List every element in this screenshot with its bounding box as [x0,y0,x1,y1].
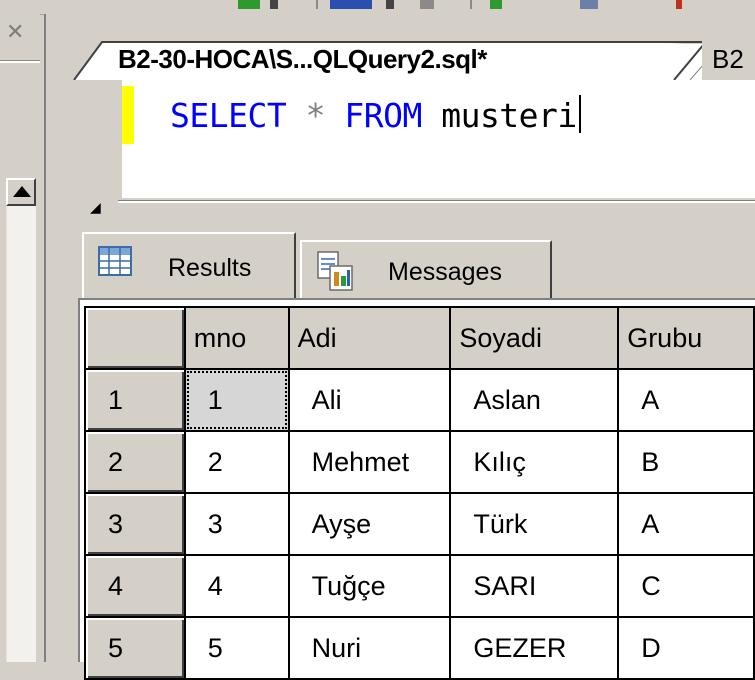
cell-mno[interactable]: 4 [183,554,290,618]
sql-keyword-from: FROM [344,96,422,135]
tab-messages-label: Messages [388,258,502,286]
cell-soyadi[interactable]: Kılıç [449,430,620,494]
tab-query-second-label[interactable]: B2 [712,44,744,75]
sql-table-name: musteri [441,96,577,135]
column-header-adi[interactable]: Adi [287,306,452,370]
sql-query-line[interactable]: SELECT * FROM musteri [170,94,581,138]
header-row: mno Adi Soyadi Grubu [84,306,755,370]
cell-grubu[interactable]: A [617,368,755,432]
splitter-edge [118,200,755,203]
cell-grubu[interactable]: C [617,554,755,618]
cell-soyadi[interactable]: Aslan [449,368,620,432]
table-row: 5 5 Nuri GEZER D [84,616,755,680]
table-row: 2 2 Mehmet Kılıç B [84,430,755,494]
grid-corner-cell[interactable] [84,306,186,370]
toolbar-icon[interactable] [580,0,598,9]
cell-adi[interactable]: Ayşe [287,492,452,556]
scroll-up-button[interactable] [6,178,36,206]
toolbar-icon[interactable] [676,0,682,9]
cell-adi[interactable]: Mehmet [287,430,452,494]
toolbar-icon[interactable] [330,0,372,9]
table-row: 3 3 Ayşe Türk A [84,492,755,556]
cell-mno[interactable]: 1 [183,368,290,432]
text-caret [578,95,581,133]
table-row: 1 1 Ali Aslan A [84,368,755,432]
toolbar-separator [316,0,318,9]
sql-operator-star: * [305,96,326,135]
toolbar-icon[interactable] [386,0,394,9]
cell-grubu[interactable]: B [617,430,755,494]
row-header[interactable]: 4 [84,554,186,618]
cell-grubu[interactable]: D [617,616,755,680]
row-header[interactable]: 2 [84,430,186,494]
sql-keyword-select: SELECT [170,96,287,135]
cell-mno[interactable]: 2 [183,430,290,494]
messages-icon [316,250,356,297]
scrollbar-track[interactable] [6,206,36,662]
toolbar-icon[interactable] [490,0,502,9]
tab-messages[interactable]: Messages [300,240,552,298]
modified-line-marker [122,86,134,144]
results-grid: mno Adi Soyadi Grubu 1 1 Ali Aslan A 2 2… [84,306,755,680]
tab-query-label: B2-30-HOCA\S...QLQuery2.sql* [118,44,487,74]
toolbar-icon[interactable] [270,0,278,9]
toolbar-separator [470,0,472,9]
column-header-mno[interactable]: mno [183,306,290,370]
cell-mno[interactable]: 5 [183,616,290,680]
column-header-grubu[interactable]: Grubu [617,306,755,370]
row-header[interactable]: 5 [84,616,186,680]
cell-adi[interactable]: Ali [287,368,452,432]
cell-soyadi[interactable]: Türk [449,492,620,556]
cell-soyadi[interactable]: GEZER [449,616,620,680]
toolbar-strip [0,0,755,15]
panel-divider [0,60,40,63]
toolbar-icon[interactable] [238,0,260,9]
cell-grubu[interactable]: A [617,492,755,556]
cell-mno[interactable]: 3 [183,492,290,556]
tab-results[interactable]: Results [82,232,296,298]
grid-icon [98,246,132,281]
cell-adi[interactable]: Tuğçe [287,554,452,618]
tab-results-label: Results [168,254,252,282]
up-arrow-icon [13,186,31,197]
column-header-soyadi[interactable]: Soyadi [449,306,620,370]
collapse-arrow-icon[interactable]: ◢ [90,200,101,216]
toolbar-icon[interactable] [420,0,434,9]
row-header[interactable]: 3 [84,492,186,556]
row-header[interactable]: 1 [84,368,186,432]
cell-adi[interactable]: Nuri [287,616,452,680]
close-icon[interactable]: ✕ [6,22,24,44]
table-row: 4 4 Tuğçe SARI C [84,554,755,618]
cell-soyadi[interactable]: SARI [449,554,620,618]
